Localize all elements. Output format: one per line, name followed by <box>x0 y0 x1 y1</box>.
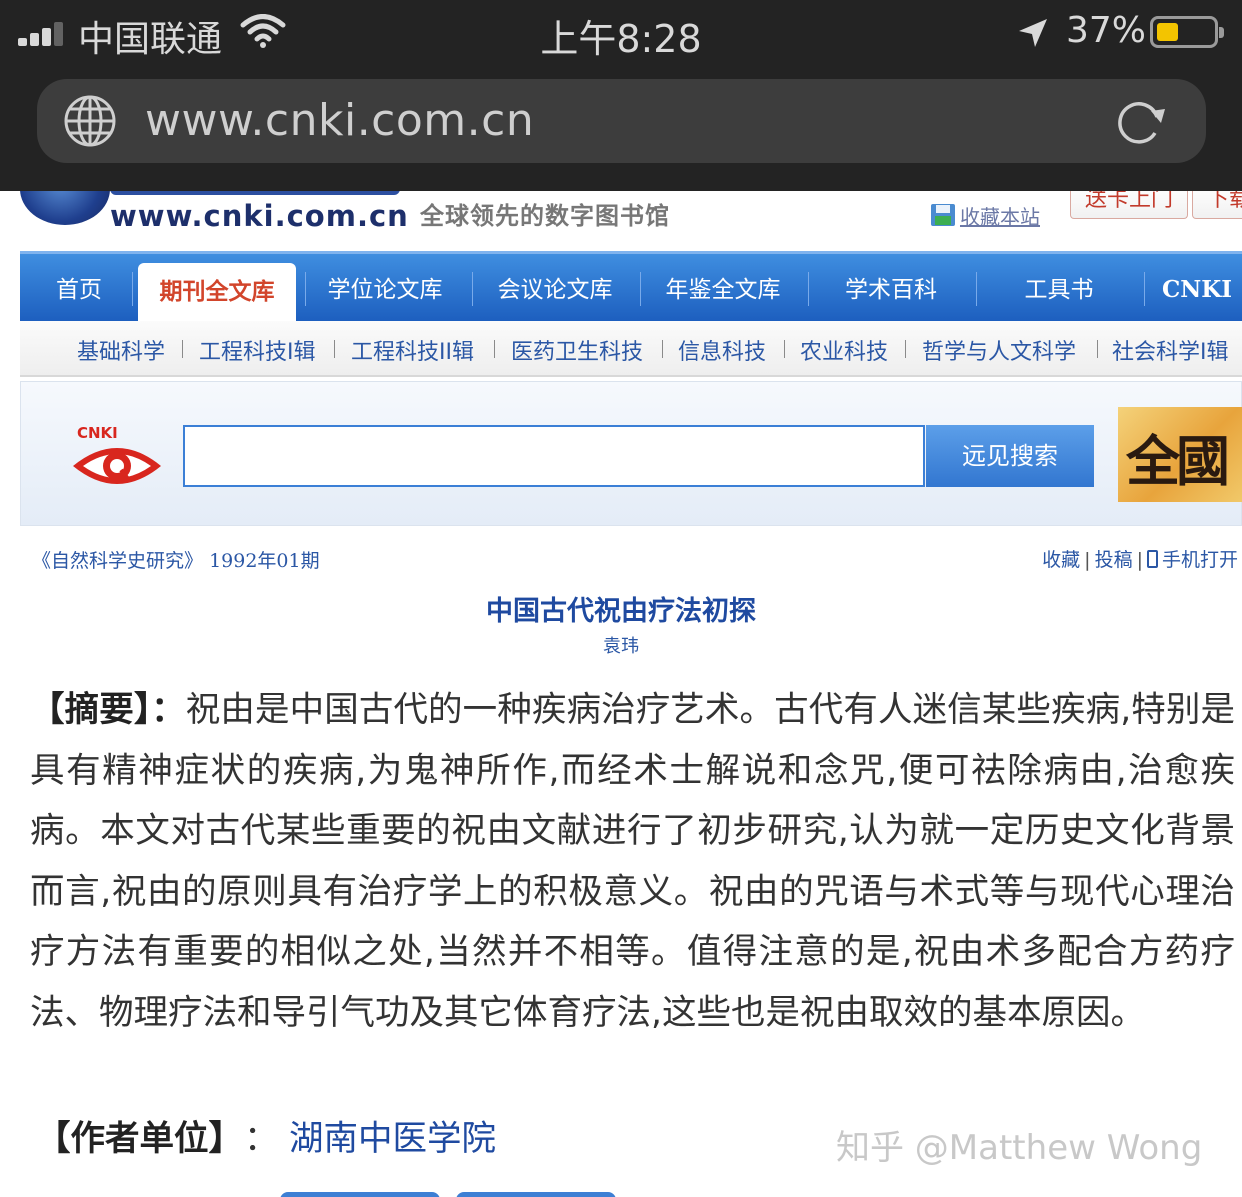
article-source: 《自然科学史研究》 1992年01期 <box>32 546 320 573</box>
cnki-eye-logo: CNKI <box>73 424 161 484</box>
subnav-engineering-1[interactable]: 工程科技I辑 <box>199 334 316 366</box>
journal-link[interactable]: 《自然科学史研究》 <box>32 550 203 572</box>
affiliation-colon: ： <box>244 1119 279 1159</box>
logo-url[interactable]: www.cnki.com.cn <box>110 199 409 233</box>
nav-reference-books[interactable]: 工具书 <box>984 254 1134 321</box>
url-text[interactable]: www.cnki.com.cn <box>145 95 534 146</box>
issue-link[interactable]: 1992年01期 <box>209 550 320 572</box>
phone-icon <box>1146 550 1158 568</box>
cnki-logo-globe <box>20 191 110 225</box>
subnav-engineering-2[interactable]: 工程科技II辑 <box>351 334 474 366</box>
search-area: CNKI 远见搜索 全國 <box>20 381 1242 526</box>
cnki-logo-band <box>110 191 400 195</box>
battery-level <box>1157 23 1178 41</box>
subnav-information-tech[interactable]: 信息科技 <box>678 334 766 366</box>
nav-home[interactable]: 首页 <box>34 254 124 321</box>
subnav-social-science-1[interactable]: 社会科学I辑 <box>1112 334 1229 366</box>
subnav-agriculture[interactable]: 农业科技 <box>800 334 888 366</box>
battery-icon <box>1150 16 1224 48</box>
zhihu-watermark: 知乎 @Matthew Wong <box>836 1128 1203 1168</box>
location-arrow-icon <box>1019 19 1047 47</box>
reload-icon[interactable] <box>1111 93 1167 149</box>
subnav-humanities[interactable]: 哲学与人文科学 <box>922 334 1076 366</box>
svg-text:CNKI: CNKI <box>77 424 118 442</box>
browser-chrome: 中国联通 上午8:28 37% www.cnki.com.cn <box>0 0 1242 191</box>
address-bar[interactable]: www.cnki.com.cn <box>37 79 1206 163</box>
site-tagline: 全球领先的数字图书馆 <box>420 201 670 230</box>
author-link[interactable]: 袁玮 <box>603 636 639 657</box>
search-button[interactable]: 远见搜索 <box>926 425 1094 487</box>
abstract-label: 【摘要】： <box>30 690 186 730</box>
article-actions: 收藏 | 投稿 | 手机打开 <box>1042 549 1238 571</box>
subnav-basic-science[interactable]: 基础科学 <box>77 334 165 366</box>
save-icon[interactable] <box>930 203 956 227</box>
open-on-phone-link[interactable]: 手机打开 <box>1162 549 1238 571</box>
abstract-text: 祝由是中国古代的一种疾病治疗艺术。古代有人迷信某些疾病,特别是具有精神症状的疾病… <box>30 690 1236 1033</box>
nav-yearbooks[interactable]: 年鉴全文库 <box>648 254 798 321</box>
status-time: 上午8:28 <box>540 17 702 61</box>
article-title: 中国古代祝由疗法初探 <box>486 596 756 627</box>
bookmark-site-link[interactable]: 收藏本站 <box>960 201 1040 230</box>
collect-link[interactable]: 收藏 <box>1042 549 1080 571</box>
site-header: www.cnki.com.cn 全球领先的数字图书馆 收藏本站 送卡上门 下载 <box>0 191 1242 249</box>
search-input[interactable] <box>183 425 925 487</box>
nav-encyclopedia[interactable]: 学术百科 <box>816 254 966 321</box>
banner-text: 全國 <box>1126 429 1230 493</box>
subnav-medicine[interactable]: 医药卫生科技 <box>511 334 643 366</box>
card-delivery-button[interactable]: 送卡上门 <box>1070 191 1189 219</box>
download-button[interactable]: 下载 <box>1192 191 1242 219</box>
article-author: 袁玮 <box>0 632 1242 658</box>
nav-journals[interactable]: 期刊全文库 <box>138 263 296 321</box>
nav-cnki[interactable]: CNKI <box>1152 254 1242 321</box>
globe-icon <box>64 95 116 147</box>
main-nav: 首页 期刊全文库 学位论文库 会议论文库 年鉴全文库 学术百科 工具书 CNKI <box>20 251 1242 321</box>
nav-conferences[interactable]: 会议论文库 <box>480 254 630 321</box>
battery-percent: 37% <box>1066 10 1147 51</box>
promo-banner[interactable]: 全國 <box>1118 407 1242 502</box>
article-abstract: 【摘要】：祝由是中国古代的一种疾病治疗艺术。古代有人迷信某些疾病,特别是具有精神… <box>30 680 1235 1043</box>
bottom-tab-strip <box>280 1192 630 1197</box>
affiliation-label: 【作者单位】 <box>36 1119 243 1159</box>
submit-link[interactable]: 投稿 <box>1095 549 1133 571</box>
nav-dissertations[interactable]: 学位论文库 <box>310 254 460 321</box>
sub-nav: 基础科学 工程科技I辑 工程科技II辑 医药卫生科技 信息科技 农业科技 哲学与… <box>20 321 1242 377</box>
affiliation-link[interactable]: 湖南中医学院 <box>289 1110 496 1160</box>
status-bar: 中国联通 上午8:28 37% <box>0 0 1242 64</box>
